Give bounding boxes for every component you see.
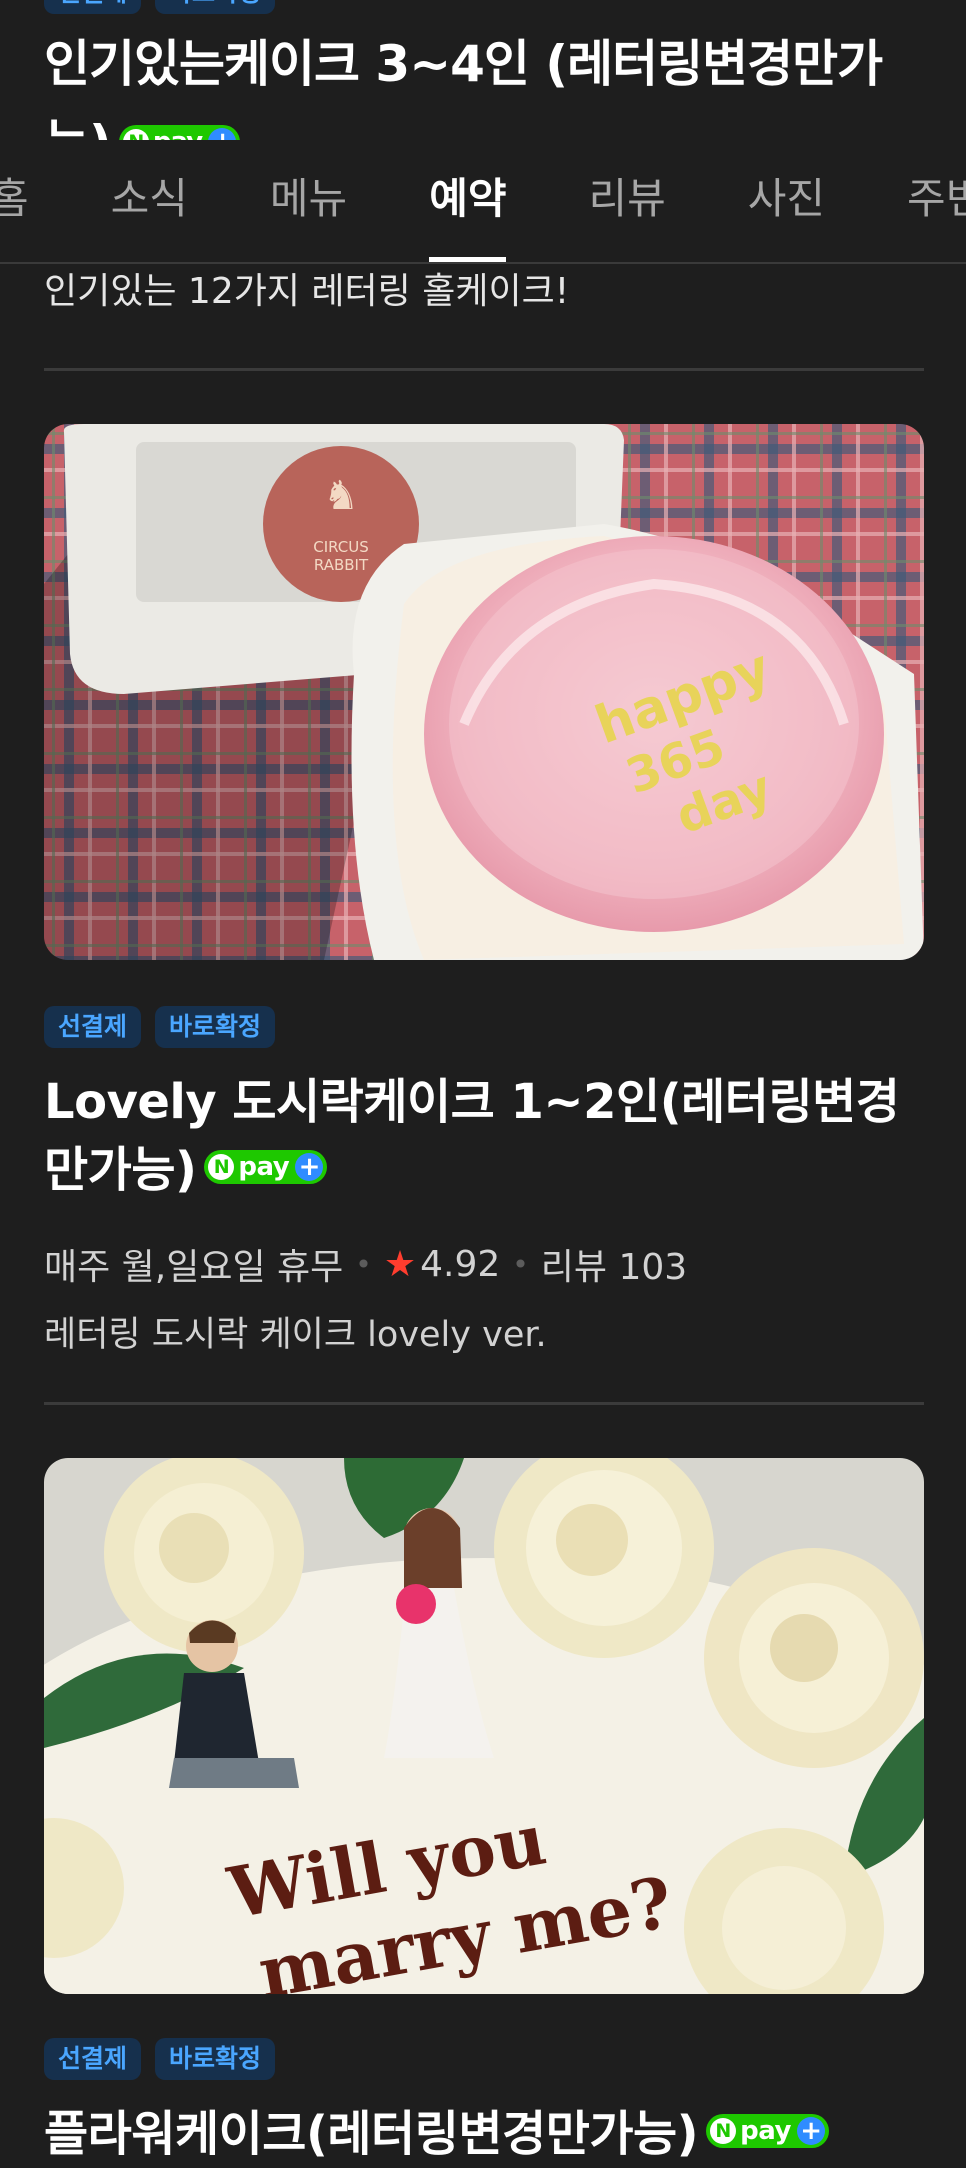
prev-item-title[interactable]: 인기있는케이크 3~4인 (레터링변경만가능)Npay+ xyxy=(44,24,924,140)
tab-reviews[interactable]: 리뷰 xyxy=(588,140,665,262)
svg-text:♞: ♞ xyxy=(323,473,359,519)
divider xyxy=(44,1402,924,1405)
item-title-text: Lovely 도시락케이크 1~2인(레터링변경만가능) xyxy=(44,1074,900,1198)
star-icon: ★ xyxy=(383,1243,417,1285)
tab-bar: 홈 소식 메뉴 예약 리뷰 사진 주변 xyxy=(0,140,966,264)
tab-photos[interactable]: 사진 xyxy=(748,140,825,262)
tab-menu[interactable]: 메뉴 xyxy=(270,140,347,262)
prepay-badge: 선결제 xyxy=(44,0,142,14)
tab-nearby[interactable]: 주변 xyxy=(907,140,966,262)
prev-item-badges: 선결제 바로확정 xyxy=(44,0,276,14)
separator-dot: • xyxy=(512,1247,529,1281)
item-title[interactable]: Lovely 도시락케이크 1~2인(레터링변경만가능) Npay + xyxy=(44,1068,924,1204)
menu-item-card[interactable]: ♞ CIRCUS RABBIT happy 365 day 선결제 바로확정 L… xyxy=(44,424,924,1357)
tab-reservation[interactable]: 예약 xyxy=(429,140,507,262)
tab-news[interactable]: 소식 xyxy=(111,140,188,262)
svg-text:CIRCUS: CIRCUS xyxy=(313,538,369,556)
item-title-text: 플라워케이크(레터링변경만가능) xyxy=(44,2106,699,2162)
item-description: 레터링 도시락 케이크 lovely ver. xyxy=(44,1315,547,1355)
business-hours: 매주 월,일요일 휴무 xyxy=(44,1247,344,1288)
separator-dot: • xyxy=(355,1247,372,1281)
item-badges: 선결제 바로확정 xyxy=(44,1006,924,1048)
item-title[interactable]: 플라워케이크(레터링변경만가능) Npay + xyxy=(44,2100,924,2168)
npay-icon: Npay+ xyxy=(204,1150,328,1184)
prepay-badge: 선결제 xyxy=(44,1006,142,1048)
menu-item-card[interactable]: Will you marry me? 선결제 바로확정 플라워케이크(레터링변경… xyxy=(44,1458,924,2168)
npay-icon: Npay+ xyxy=(118,124,241,140)
npay-icon: Npay+ xyxy=(706,2114,829,2148)
rating-value: 4.92 xyxy=(420,1243,501,1285)
item-photo-flower-cake[interactable]: Will you marry me? xyxy=(44,1458,924,1994)
divider xyxy=(44,368,924,371)
item-meta: 매주 월,일요일 휴무 • ★ 4.92 • 리뷰 103 xyxy=(44,1238,924,1290)
instant-confirm-badge: 바로확정 xyxy=(155,1006,276,1048)
tab-home[interactable]: 홈 xyxy=(0,140,29,262)
sticky-header: 선결제 바로확정 인기있는케이크 3~4인 (레터링변경만가능)Npay+ 홈 … xyxy=(0,0,966,264)
item-badges: 선결제 바로확정 xyxy=(44,2038,924,2080)
instant-confirm-badge: 바로확정 xyxy=(155,2038,276,2080)
item-photo-lunchbox-cake[interactable]: ♞ CIRCUS RABBIT happy 365 day xyxy=(44,424,924,960)
prepay-badge: 선결제 xyxy=(44,2038,142,2080)
instant-confirm-badge: 바로확정 xyxy=(155,0,276,14)
section-intro: 인기있는 12가지 레터링 홀케이크! xyxy=(44,271,570,312)
svg-text:RABBIT: RABBIT xyxy=(314,556,369,574)
review-count[interactable]: 리뷰 103 xyxy=(541,1238,687,1290)
